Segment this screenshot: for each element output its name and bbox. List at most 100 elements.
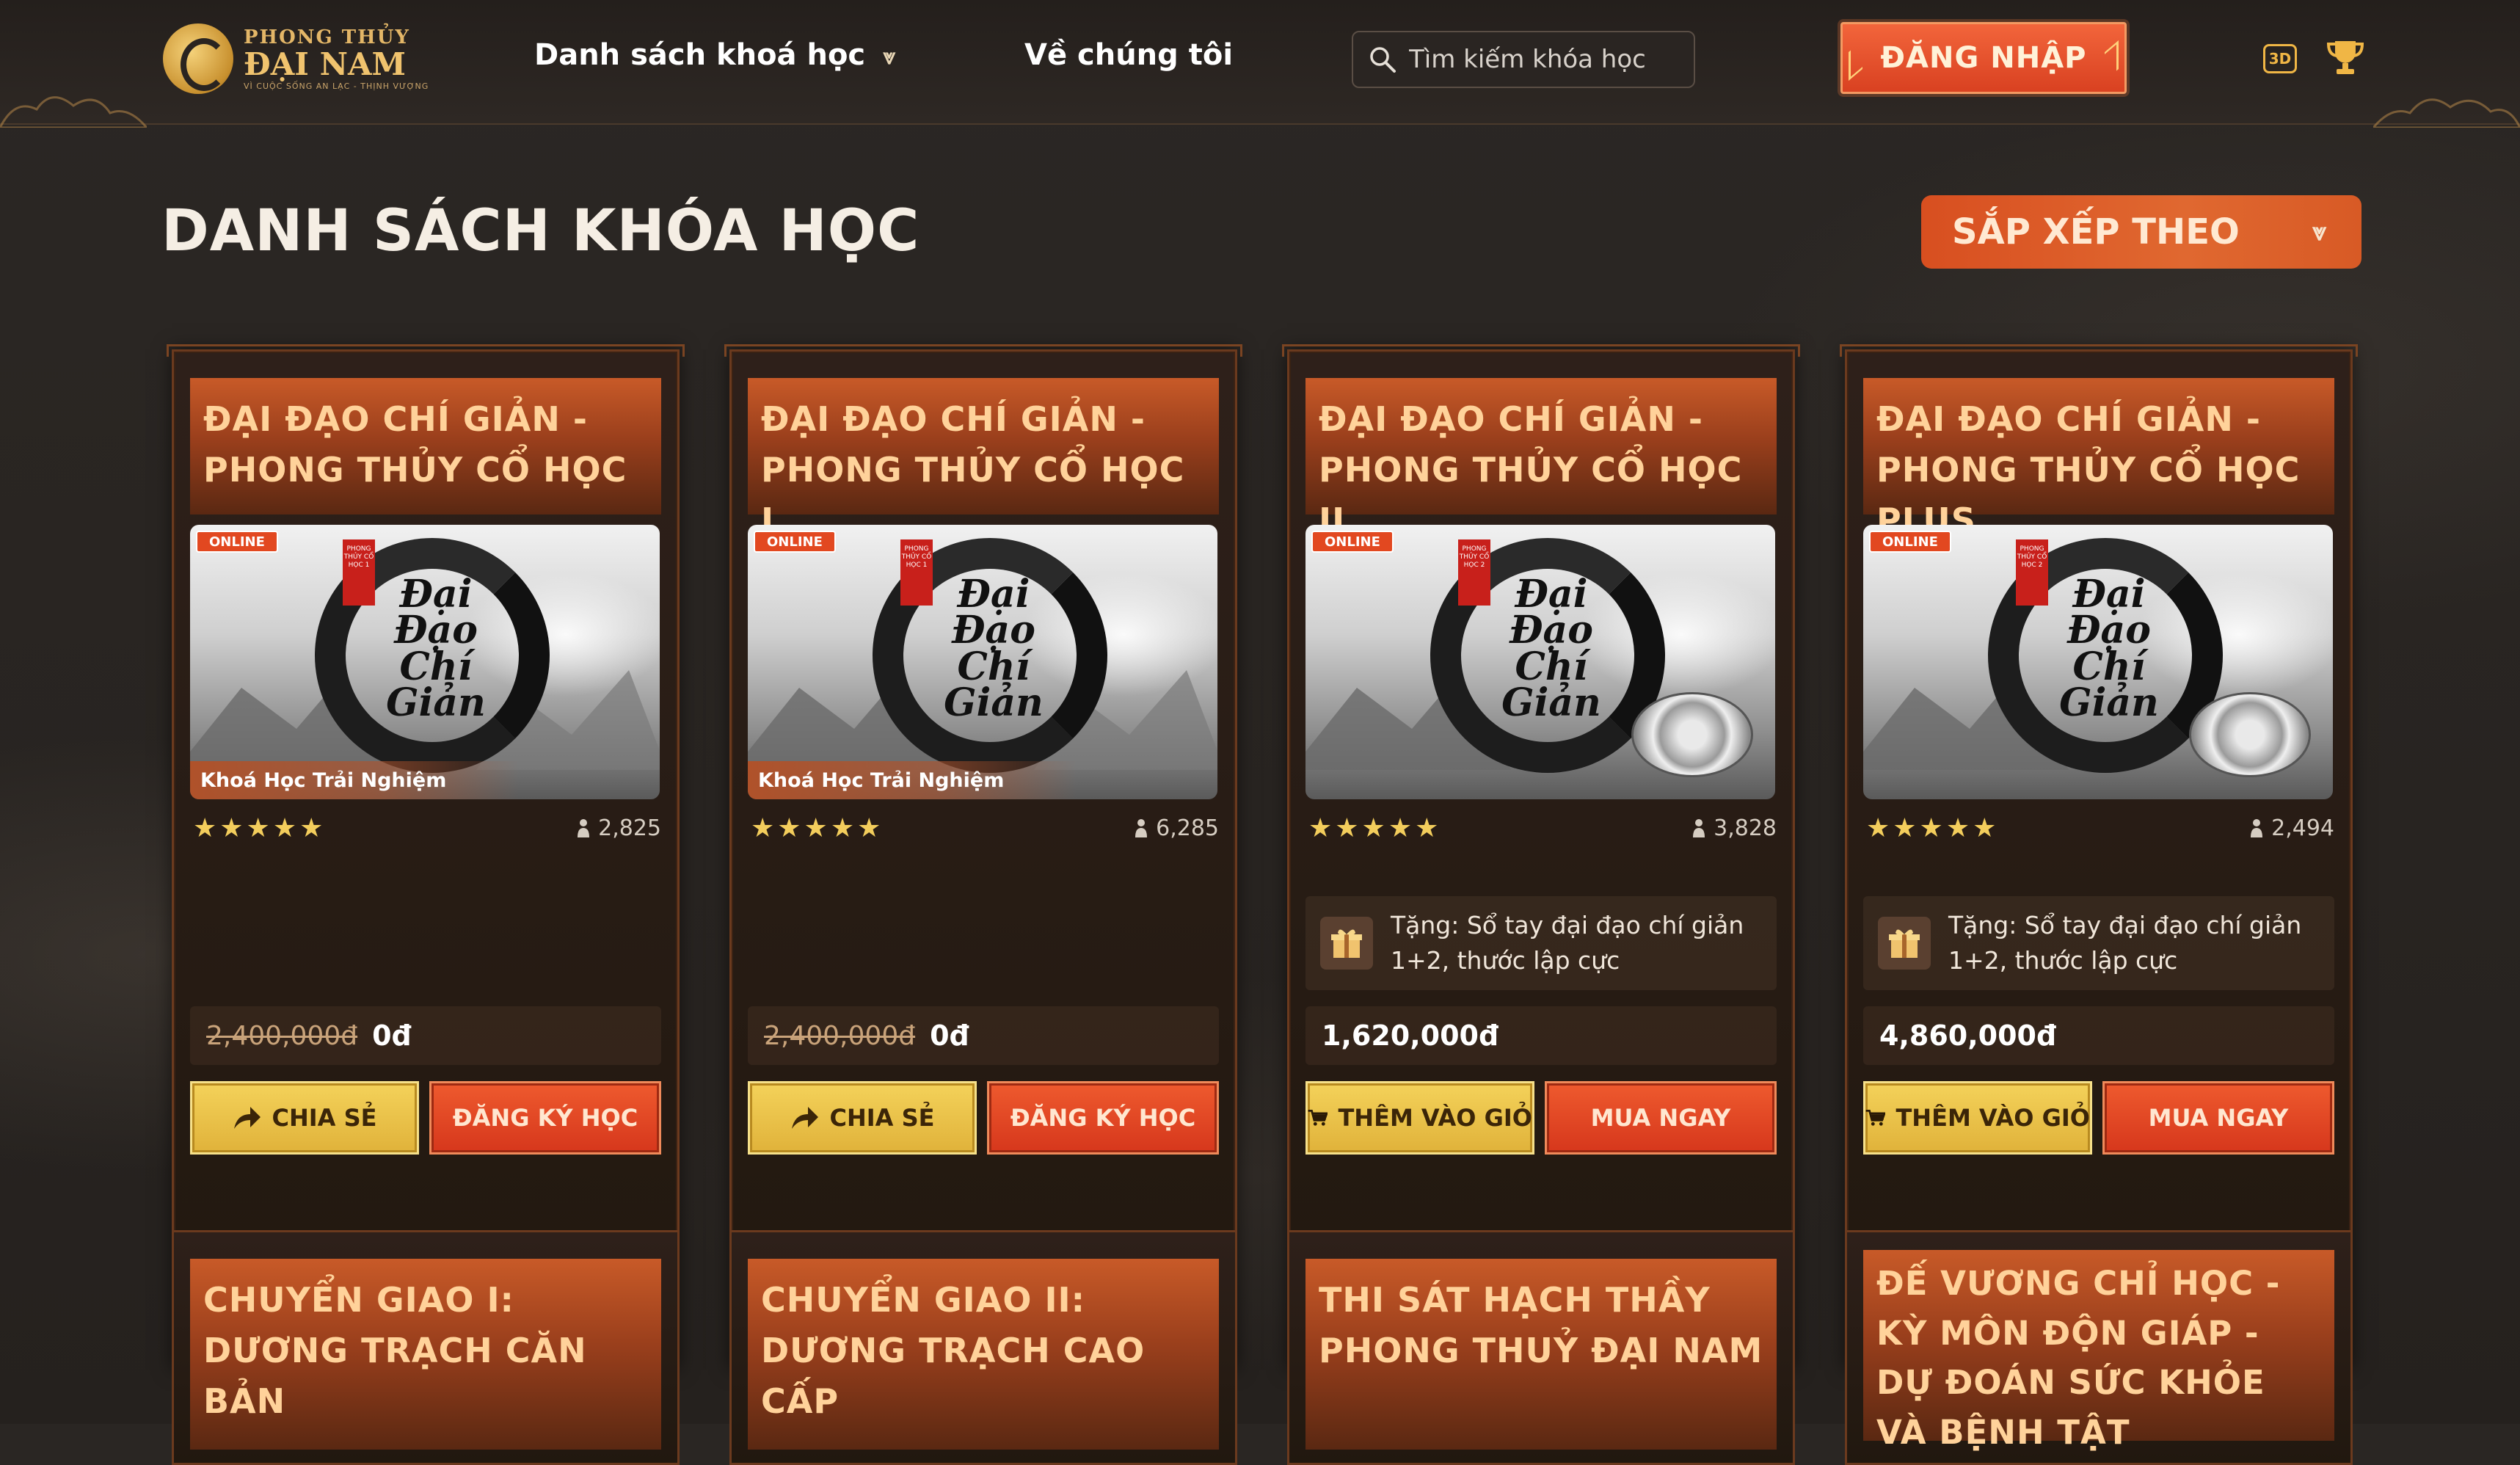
chevron-down-icon: ⩔ xyxy=(2312,217,2326,247)
student-icon xyxy=(2251,819,2263,837)
current-price: 0đ xyxy=(372,1019,412,1052)
price-box: 2,400,000đ 0đ xyxy=(190,1006,661,1065)
buy-now-button[interactable]: MUA NGAY xyxy=(2102,1081,2334,1155)
gift-box: Tặng: Sổ tay đại đạo chí giản 1+2, thước… xyxy=(1305,896,1777,990)
3d-view-icon[interactable]: 3D xyxy=(2263,44,2297,73)
course-title[interactable]: THI SÁT HẠCH THẦY PHONG THUỶ ĐẠI NAM xyxy=(1305,1259,1777,1450)
course-card[interactable]: CHUYỂN GIAO I: DƯƠNG TRẠCH CĂN BẢN xyxy=(172,1230,680,1465)
add-to-cart-label: THÊM VÀO GIỎ xyxy=(1896,1104,2090,1132)
search-box[interactable] xyxy=(1352,31,1695,88)
rating-row: ★★★★★ 6,285 xyxy=(751,810,1219,846)
calligraphy-title: Đại Đạo Chí Giản xyxy=(386,572,486,726)
student-count-value: 2,494 xyxy=(2271,815,2334,841)
add-to-cart-button[interactable]: THÊM VÀO GIỎ xyxy=(1863,1081,2092,1155)
rating-row: ★★★★★ 2,825 xyxy=(193,810,661,846)
logo-line2: ĐẠI NAM xyxy=(244,46,407,83)
online-badge: ONLINE xyxy=(196,531,278,553)
course-title[interactable]: ĐẾ VƯƠNG CHỈ HỌC - KỲ MÔN ĐỘN GIÁP - DỰ … xyxy=(1863,1250,2334,1452)
nav-courses-dropdown[interactable]: Danh sách khoá học ⩔ xyxy=(534,38,895,72)
nav-about-label: Về chúng tôi xyxy=(1024,38,1234,72)
share-icon xyxy=(791,1107,818,1129)
star-rating: ★★★★★ xyxy=(193,813,327,843)
luopan-compass-art xyxy=(1631,692,1753,777)
price-box: 2,400,000đ 0đ xyxy=(748,1006,1219,1065)
share-button-label: CHIA SẺ xyxy=(272,1104,377,1132)
cloud-ornament-left xyxy=(0,96,147,128)
gift-text: Tặng: Sổ tay đại đạo chí giản 1+2, thước… xyxy=(1948,911,2302,975)
student-count-value: 3,828 xyxy=(1714,815,1777,841)
price-box: 1,620,000đ xyxy=(1305,1006,1777,1065)
course-title[interactable]: CHUYỂN GIAO I: DƯƠNG TRẠCH CĂN BẢN xyxy=(190,1259,661,1450)
nav-about[interactable]: Về chúng tôi xyxy=(1024,38,1233,72)
course-card[interactable]: CHUYỂN GIAO II: DƯƠNG TRẠCH CAO CẤP xyxy=(729,1230,1237,1465)
red-seal: PHONG THỦY CỔ HỌC 2 xyxy=(2016,539,2048,606)
trophy-icon[interactable] xyxy=(2325,37,2366,78)
online-badge: ONLINE xyxy=(754,531,836,553)
gift-icon xyxy=(1878,917,1931,970)
cart-icon xyxy=(1308,1110,1328,1126)
calligraphy-title: Đại Đạo Chí Giản xyxy=(1501,572,1601,726)
current-price: 4,860,000đ xyxy=(1879,1019,2057,1052)
course-card[interactable]: ĐẠI ĐẠO CHÍ GIẢN - PHONG THỦY CỔ HỌC I P… xyxy=(724,344,1242,1370)
logo-tagline: VÌ CUỘC SỐNG AN LẠC - THỊNH VƯỢNG xyxy=(244,81,429,91)
gift-icon xyxy=(1320,917,1373,970)
student-icon xyxy=(578,819,590,837)
student-icon xyxy=(1693,819,1705,837)
page-title: DANH SÁCH KHÓA HỌC xyxy=(161,198,920,264)
nav-courses-label: Danh sách khoá học xyxy=(534,38,866,72)
current-price: 0đ xyxy=(930,1019,969,1052)
add-to-cart-label: THÊM VÀO GIỎ xyxy=(1338,1104,1532,1132)
course-thumbnail[interactable]: PHONG THỦY CỔ HỌC 2 Đại Đạo Chí Giản ONL… xyxy=(1305,525,1775,799)
student-icon xyxy=(1135,819,1148,837)
current-price: 1,620,000đ xyxy=(1322,1019,1499,1052)
online-badge: ONLINE xyxy=(1869,531,1951,553)
star-rating: ★★★★★ xyxy=(751,813,884,843)
search-icon xyxy=(1370,47,1396,73)
course-card[interactable]: THI SÁT HẠCH THẦY PHONG THUỶ ĐẠI NAM xyxy=(1287,1230,1795,1465)
red-seal: PHONG THỦY CỔ HỌC 1 xyxy=(343,539,375,606)
course-card[interactable]: ĐẠI ĐẠO CHÍ GIẢN - PHONG THỦY CỔ HỌC II … xyxy=(1282,344,1800,1370)
site-logo[interactable]: PHONG THỦY ĐẠI NAM VÌ CUỘC SỐNG AN LẠC -… xyxy=(163,22,429,95)
calligraphy-title: Đại Đạo Chí Giản xyxy=(2059,572,2159,726)
student-count: 3,828 xyxy=(1691,815,1777,841)
register-button[interactable]: ĐĂNG KÝ HỌC xyxy=(429,1081,661,1155)
site-header: PHONG THỦY ĐẠI NAM VÌ CUỘC SỐNG AN LẠC -… xyxy=(0,0,2520,128)
student-count-value: 6,285 xyxy=(1156,815,1219,841)
online-badge: ONLINE xyxy=(1311,531,1394,553)
buy-now-button[interactable]: MUA NGAY xyxy=(1545,1081,1777,1155)
price-box: 4,860,000đ xyxy=(1863,1006,2334,1065)
register-button[interactable]: ĐĂNG KÝ HỌC xyxy=(987,1081,1219,1155)
sort-label: SẮP XẾP THEO xyxy=(1952,211,2240,252)
red-seal: PHONG THỦY CỔ HỌC 2 xyxy=(1458,539,1490,606)
cloud-ornament-right xyxy=(2373,98,2520,128)
search-input[interactable] xyxy=(1408,44,1689,75)
course-title[interactable]: ĐẠI ĐẠO CHÍ GIẢN - PHONG THỦY CỔ HỌC xyxy=(190,378,661,515)
course-thumbnail[interactable]: PHONG THỦY CỔ HỌC 1 Đại Đạo Chí Giản ONL… xyxy=(748,525,1217,799)
sort-dropdown[interactable]: SẮP XẾP THEO ⩔ xyxy=(1921,195,2361,269)
gift-box: Tặng: Sổ tay đại đạo chí giản 1+2, thước… xyxy=(1863,896,2334,990)
course-title[interactable]: ĐẠI ĐẠO CHÍ GIẢN - PHONG THỦY CỔ HỌC II xyxy=(1305,378,1777,540)
calligraphy-title: Đại Đạo Chí Giản xyxy=(944,572,1044,726)
student-count: 6,285 xyxy=(1134,815,1219,841)
share-button[interactable]: CHIA SẺ xyxy=(190,1081,419,1155)
course-title[interactable]: ĐẠI ĐẠO CHÍ GIẢN - PHONG THỦY CỔ HỌC I xyxy=(748,378,1219,540)
course-thumbnail[interactable]: PHONG THỦY CỔ HỌC 2 Đại Đạo Chí Giản ONL… xyxy=(1863,525,2333,799)
trial-course-tag: Khoá Học Trải Nghiệm xyxy=(748,761,1217,799)
add-to-cart-button[interactable]: THÊM VÀO GIỎ xyxy=(1305,1081,1534,1155)
course-title[interactable]: ĐẠI ĐẠO CHÍ GIẢN - PHONG THỦY CỔ HỌC PLU… xyxy=(1863,378,2334,540)
course-card[interactable]: ĐẠI ĐẠO CHÍ GIẢN - PHONG THỦY CỔ HỌC PHO… xyxy=(167,344,685,1370)
star-rating: ★★★★★ xyxy=(1308,813,1442,843)
chevron-down-icon: ⩔ xyxy=(883,43,895,70)
student-count-value: 2,825 xyxy=(598,815,661,841)
course-thumbnail[interactable]: PHONG THỦY CỔ HỌC 1 Đại Đạo Chí Giản ONL… xyxy=(190,525,660,799)
login-button[interactable]: ĐĂNG NHẬP xyxy=(1840,22,2127,94)
student-count: 2,825 xyxy=(576,815,661,841)
share-button-label: CHIA SẺ xyxy=(829,1104,935,1132)
course-card[interactable]: ĐẾ VƯƠNG CHỈ HỌC - KỲ MÔN ĐỘN GIÁP - DỰ … xyxy=(1845,1230,2353,1465)
course-title[interactable]: CHUYỂN GIAO II: DƯƠNG TRẠCH CAO CẤP xyxy=(748,1259,1219,1450)
logo-line1: PHONG THỦY xyxy=(244,26,410,49)
trial-course-tag: Khoá Học Trải Nghiệm xyxy=(190,761,660,799)
original-price: 2,400,000đ xyxy=(764,1020,916,1051)
share-button[interactable]: CHIA SẺ xyxy=(748,1081,977,1155)
course-card[interactable]: ĐẠI ĐẠO CHÍ GIẢN - PHONG THỦY CỔ HỌC PLU… xyxy=(1840,344,2358,1370)
